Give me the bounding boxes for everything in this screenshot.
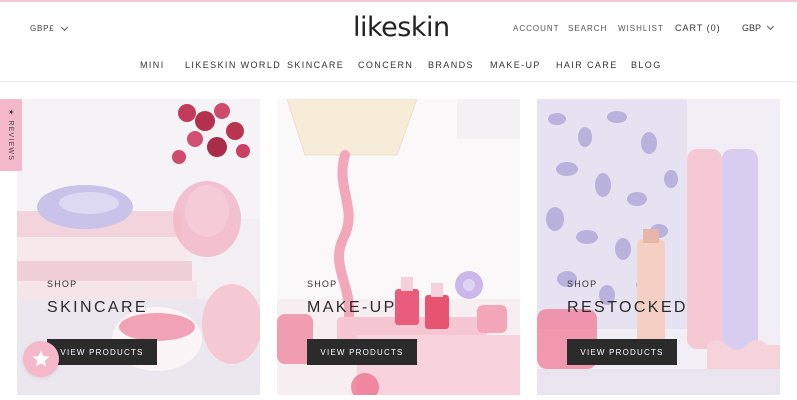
rewards-badge[interactable] <box>23 341 59 377</box>
currency-left-label: GBP£ <box>30 24 55 33</box>
wishlist-link[interactable]: WISHLIST <box>618 24 664 33</box>
view-products-button[interactable]: VIEW PRODUCTS <box>47 339 157 365</box>
site-logo[interactable]: likeskin <box>353 12 450 43</box>
cart-link[interactable]: CART (0) <box>675 23 721 33</box>
card-eyebrow: SHOP <box>567 279 598 289</box>
star-icon <box>32 350 50 367</box>
search-link[interactable]: SEARCH <box>568 24 607 33</box>
nav-item-concern[interactable]: CONCERN <box>358 60 413 70</box>
star-icon: ★ <box>7 108 15 117</box>
card-title: MAKE-UP <box>307 299 397 316</box>
nav-item-make-up[interactable]: MAKE-UP <box>490 60 541 70</box>
account-link[interactable]: ACCOUNT <box>513 24 560 33</box>
card-title: RESTOCKED <box>567 299 688 316</box>
chevron-down-icon <box>60 23 68 31</box>
nav-item-blog[interactable]: BLOG <box>631 60 662 70</box>
currency-selector-right[interactable]: GBP <box>742 22 775 33</box>
view-products-button[interactable]: VIEW PRODUCTS <box>567 339 677 365</box>
nav-item-mini[interactable]: MINI <box>140 60 165 70</box>
reviews-tab[interactable]: ★ REVIEWS <box>0 99 22 171</box>
category-card-make-up[interactable]: SHOP MAKE-UP VIEW PRODUCTS <box>277 99 520 395</box>
category-card-restocked[interactable]: SHOP RESTOCKED VIEW PRODUCTS <box>537 99 780 395</box>
chevron-down-icon <box>766 22 775 31</box>
card-eyebrow: SHOP <box>307 279 338 289</box>
nav-item-likeskin-world[interactable]: LIKESKIN WORLD <box>185 60 281 70</box>
nav-item-brands[interactable]: BRANDS <box>428 60 474 70</box>
nav-item-hair-care[interactable]: HAIR CARE <box>556 60 618 70</box>
view-products-button[interactable]: VIEW PRODUCTS <box>307 339 417 365</box>
main-nav: MINI LIKESKIN WORLD SKINCARE CONCERN BRA… <box>0 58 797 74</box>
card-title: SKINCARE <box>47 299 148 316</box>
card-eyebrow: SHOP <box>47 279 78 289</box>
currency-right-label: GBP <box>742 23 762 33</box>
site-header: GBP£ likeskin ACCOUNT SEARCH WISHLIST CA… <box>0 2 797 82</box>
reviews-tab-label: REVIEWS <box>7 120 15 162</box>
nav-item-skincare[interactable]: SKINCARE <box>287 60 344 70</box>
currency-selector-left[interactable]: GBP£ <box>30 23 68 33</box>
